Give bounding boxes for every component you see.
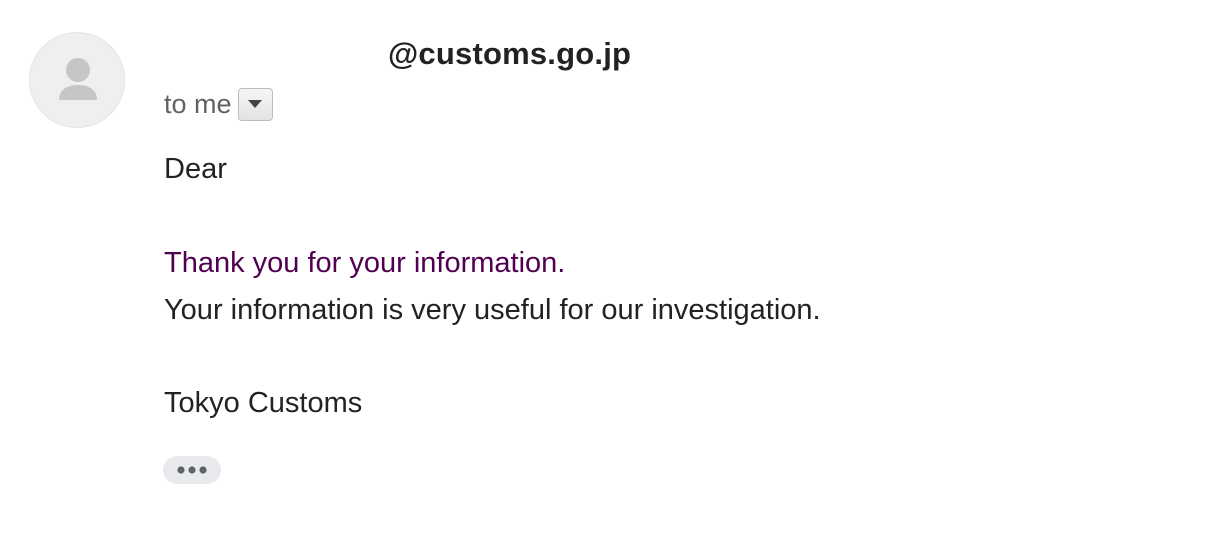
signature-line: Tokyo Customs: [164, 387, 363, 419]
show-details-button[interactable]: [237, 87, 273, 121]
thanks-line: Thank you for your information.: [164, 247, 566, 279]
greeting-line: Dear: [164, 153, 227, 185]
caret-down-icon: [248, 100, 263, 108]
recipient-row: to me: [164, 86, 273, 122]
avatar[interactable]: [29, 32, 125, 128]
person-placeholder-icon: [59, 58, 97, 100]
ellipsis-icon: [177, 466, 207, 474]
show-trimmed-content-button[interactable]: [163, 456, 221, 484]
body-text-line: Your information is very useful for our …: [164, 294, 821, 326]
email-message: @customs.go.jp to me Dear Thank you for …: [0, 0, 1222, 540]
sender-address[interactable]: @customs.go.jp: [388, 36, 631, 72]
recipient-label: to me: [164, 88, 232, 119]
